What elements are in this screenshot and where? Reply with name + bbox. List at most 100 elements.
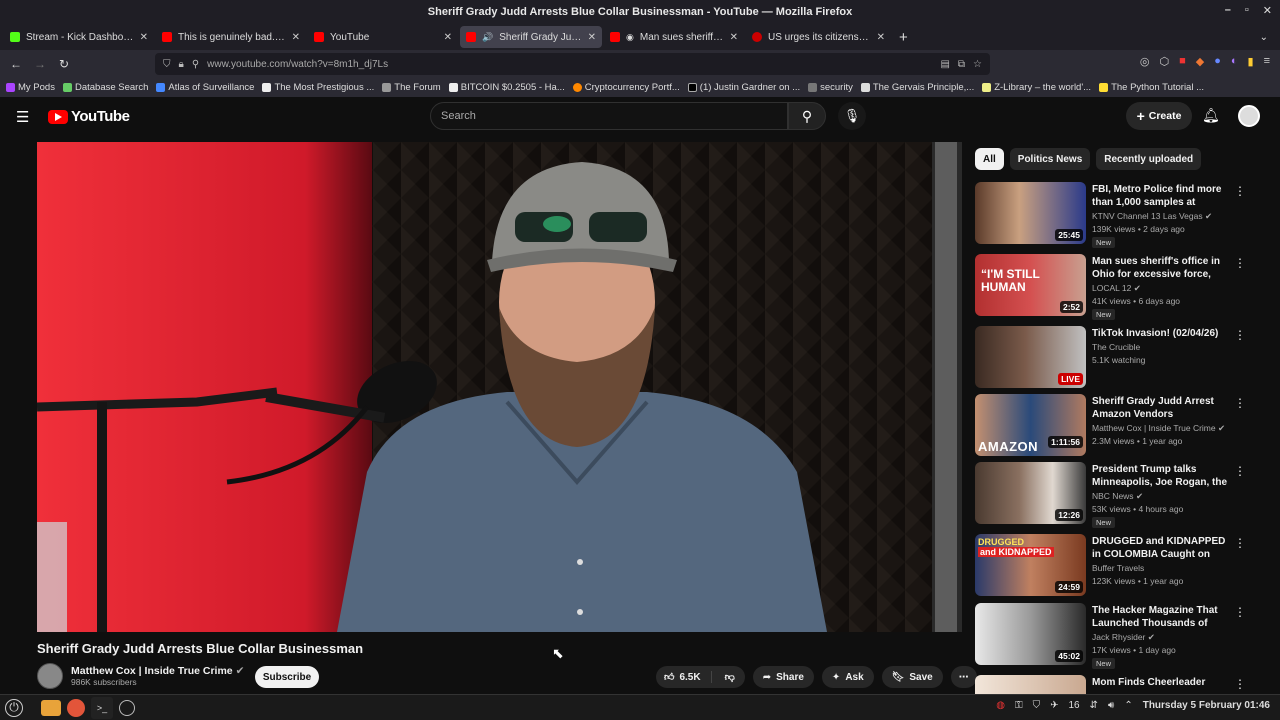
bookmark-item[interactable]: My Pods xyxy=(6,82,55,93)
recommendation-channel[interactable]: LOCAL 12 xyxy=(1092,283,1131,293)
back-icon[interactable]: ← xyxy=(4,57,28,71)
recommendation-item[interactable]: 25:45 FBI, Metro Police find more than 1… xyxy=(975,182,1275,248)
extension-orange-icon[interactable]: ◆ xyxy=(1196,55,1204,68)
recommendation-item[interactable]: LIVE TikTok Invasion! (02/04/26) The Cru… xyxy=(975,326,1275,390)
more-vertical-icon[interactable]: ⋮ xyxy=(1234,464,1246,478)
search-input[interactable]: Search xyxy=(430,102,788,130)
recommendation-item[interactable]: Mom Finds Cheerleader ⋮ xyxy=(975,675,1275,694)
recommendation-channel[interactable]: Matthew Cox | Inside True Crime xyxy=(1092,423,1216,433)
start-menu-icon[interactable]: ⏻ xyxy=(5,698,23,717)
close-tab-icon[interactable]: ✕ xyxy=(588,32,596,43)
recommendation-item[interactable]: DRUGGED and KIDNAPPED 24:59 DRUGGED and K… xyxy=(975,534,1275,598)
file-manager-icon[interactable] xyxy=(41,699,61,716)
forward-icon[interactable]: → xyxy=(28,57,52,71)
recommendation-title[interactable]: Mom Finds Cheerleader xyxy=(1092,676,1232,689)
browser-tab[interactable]: YouTube ✕ xyxy=(308,26,458,48)
bookmark-item[interactable]: security xyxy=(808,82,853,93)
more-vertical-icon[interactable]: ⋮ xyxy=(1234,396,1246,410)
extension-red-icon[interactable]: ■ xyxy=(1179,55,1186,68)
subscribe-button[interactable]: Subscribe xyxy=(255,666,319,688)
browser-tab[interactable]: This is genuinely bad.. - You ✕ xyxy=(156,26,306,48)
bookmark-item[interactable]: Atlas of Surveillance xyxy=(156,82,254,93)
recommendation-channel[interactable]: The Crucible xyxy=(1092,342,1140,352)
network-icon[interactable]: ⇵ xyxy=(1090,700,1098,711)
close-window-icon[interactable]: ✕ xyxy=(1263,4,1272,17)
video-thumbnail[interactable]: LIVE xyxy=(975,326,1086,388)
bookmark-item[interactable]: (1) Justin Gardner on ... xyxy=(687,82,800,93)
shield-tray-icon[interactable]: ⛉ xyxy=(1033,700,1041,711)
chip-politics-news[interactable]: Politics News xyxy=(1009,148,1091,170)
bookmark-item[interactable]: Database Search xyxy=(62,82,148,93)
dislike-button[interactable]: 👎︎ xyxy=(717,671,745,683)
recommendation-item[interactable]: “I'M STILL HUMAN 2:52 Man sues sheriff's … xyxy=(975,254,1275,320)
account-icon[interactable]: ◎ xyxy=(1140,55,1150,68)
close-tab-icon[interactable]: ✕ xyxy=(292,32,300,43)
recommendation-item[interactable]: 12:26 President Trump talks Minneapolis,… xyxy=(975,462,1275,528)
bookmark-item[interactable]: The Python Tutorial ... xyxy=(1099,82,1204,93)
more-vertical-icon[interactable]: ⋮ xyxy=(1234,256,1246,270)
recommendation-title[interactable]: President Trump talks Minneapolis, Joe R… xyxy=(1092,463,1232,489)
video-thumbnail[interactable]: 45:02 xyxy=(975,603,1086,665)
more-vertical-icon[interactable]: ⋮ xyxy=(1234,184,1246,198)
recommendation-channel-row[interactable]: NBC News ✔ xyxy=(1092,491,1143,502)
extension-yellow-icon[interactable]: ▮ xyxy=(1248,55,1254,68)
channel-avatar[interactable] xyxy=(37,663,63,689)
search-button[interactable]: ⚲ xyxy=(788,102,826,130)
recommendation-title[interactable]: FBI, Metro Police find more than 1,000 s… xyxy=(1092,183,1232,209)
video-thumbnail[interactable]: 12:26 xyxy=(975,462,1086,524)
recommendation-item[interactable]: AMAZON 1:11:56 Sheriff Grady Judd Arrest… xyxy=(975,394,1275,458)
channel-name[interactable]: Matthew Cox | Inside True Crime xyxy=(71,665,233,677)
minimize-icon[interactable]: – xyxy=(1225,4,1231,17)
speaker-icon[interactable]: 🔊 xyxy=(482,32,493,43)
lock-icon[interactable]: 🔒︎ xyxy=(179,59,184,70)
recommendation-channel-row[interactable]: LOCAL 12 ✔ xyxy=(1092,283,1141,294)
like-button[interactable]: 👍︎ 6.5K xyxy=(656,671,712,683)
app-icon[interactable] xyxy=(119,699,135,716)
more-vertical-icon[interactable]: ⋮ xyxy=(1234,677,1246,691)
hamburger-menu-icon[interactable]: ☰ xyxy=(16,108,29,126)
security-icon[interactable]: ⚿ xyxy=(1015,700,1023,711)
notification-icon[interactable]: ✈ xyxy=(1050,700,1058,711)
extension-blue-icon[interactable]: ● xyxy=(1214,55,1221,68)
recommendation-title[interactable]: TikTok Invasion! (02/04/26) xyxy=(1092,327,1232,340)
share-button[interactable]: ➦ Share xyxy=(752,666,814,688)
chip-all[interactable]: All xyxy=(975,148,1004,170)
video-thumbnail[interactable]: DRUGGED and KIDNAPPED 24:59 xyxy=(975,534,1086,596)
chip-recently-uploaded[interactable]: Recently uploaded xyxy=(1096,148,1202,170)
recommendation-channel[interactable]: NBC News xyxy=(1092,491,1134,501)
bookmark-item[interactable]: BITCOIN $0.2505 - Ha... xyxy=(448,82,565,93)
recommendation-channel-row[interactable]: KTNV Channel 13 Las Vegas ✔ xyxy=(1092,211,1212,222)
browser-tab[interactable]: Stream - Kick Dashboard ✕ xyxy=(4,26,154,48)
ask-button[interactable]: ✦ Ask xyxy=(821,666,874,688)
video-thumbnail[interactable] xyxy=(975,675,1086,694)
save-button[interactable]: 🔖︎ Save xyxy=(881,666,943,688)
browser-tab[interactable]: US urges its citizens in Cuba ✕ xyxy=(746,26,891,48)
bookmark-item[interactable]: Z-Library – the world'... xyxy=(982,82,1091,93)
translate-icon[interactable]: ⧉ xyxy=(958,59,965,70)
recommendation-channel-row[interactable]: Jack Rhysider ✔ xyxy=(1092,632,1155,643)
terminal-icon[interactable]: >_ xyxy=(91,696,113,719)
create-button[interactable]: + Create xyxy=(1126,102,1192,130)
recommendation-title[interactable]: Man sues sheriff's office in Ohio for ex… xyxy=(1092,255,1232,281)
bookmark-item[interactable]: The Gervais Principle,... xyxy=(860,82,974,93)
speaker-icon[interactable]: ◉ xyxy=(626,32,634,43)
more-vertical-icon[interactable]: ⋮ xyxy=(1234,536,1246,550)
firefox-icon[interactable] xyxy=(67,698,85,717)
url-text[interactable]: www.youtube.com/watch?v=8m1h_dj7Ls xyxy=(207,59,388,70)
reload-icon[interactable]: ↻ xyxy=(52,57,76,71)
recommendation-title[interactable]: Sheriff Grady Judd Arrest Amazon Vendors xyxy=(1092,395,1232,421)
extensions-icon[interactable]: ⬡ xyxy=(1159,55,1169,68)
video-thumbnail[interactable]: 25:45 xyxy=(975,182,1086,244)
permissions-icon[interactable]: ⚲ xyxy=(192,59,199,70)
notifications-bell-icon[interactable]: 🔔︎ xyxy=(1202,107,1220,124)
menu-icon[interactable]: ≡ xyxy=(1264,55,1270,68)
video-player[interactable] xyxy=(37,142,962,632)
url-bar[interactable]: ⛉ 🔒︎ ⚲ www.youtube.com/watch?v=8m1h_dj7L… xyxy=(155,53,990,75)
new-tab-icon[interactable]: + xyxy=(899,29,908,46)
tab-list-icon[interactable]: ⌄ xyxy=(1260,32,1268,43)
update-icon[interactable]: ◍ xyxy=(996,700,1005,711)
bookmark-item[interactable]: The Most Prestigious ... xyxy=(262,82,374,93)
channel-name-row[interactable]: Matthew Cox | Inside True Crime ✔ xyxy=(71,665,244,677)
extension-purple-icon[interactable]: ◐ xyxy=(1231,55,1238,68)
recommendation-channel[interactable]: Buffer Travels xyxy=(1092,563,1144,573)
